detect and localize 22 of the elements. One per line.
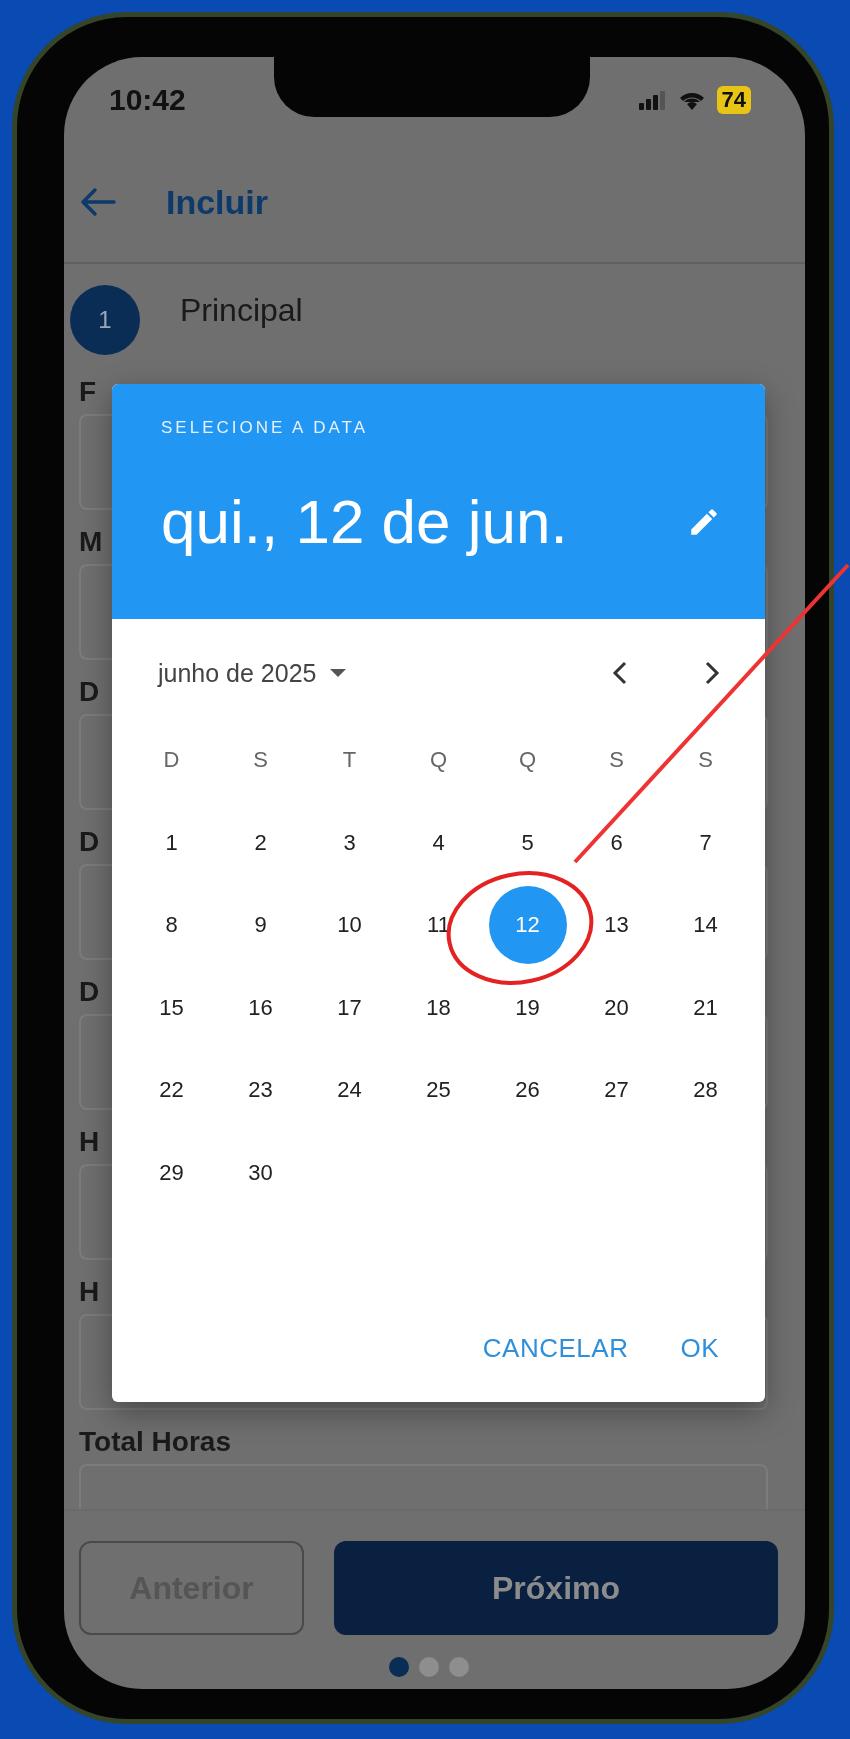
weekday-label: S xyxy=(253,747,268,774)
step-number: 1 xyxy=(70,285,140,355)
weekday-label: T xyxy=(342,747,357,774)
step-title: Principal xyxy=(180,291,303,329)
weekday-label: D xyxy=(163,747,180,774)
weekday-label: S xyxy=(698,747,713,774)
status-time: 10:42 xyxy=(109,82,186,117)
page-title: Incluir xyxy=(166,182,269,222)
field-label: Total Horas xyxy=(79,1426,231,1458)
dialog-header-label: SELECIONE A DATA xyxy=(161,418,369,437)
field-label: H xyxy=(79,1276,100,1308)
field-label: H xyxy=(79,1126,100,1158)
weekday-label: Q xyxy=(429,747,448,774)
weekday-label: S xyxy=(609,747,624,774)
weekday-label: Q xyxy=(518,747,537,774)
field-label: D xyxy=(79,976,100,1008)
battery-level: 74 xyxy=(716,85,751,114)
selected-date: qui., 12 de jun. xyxy=(161,486,568,557)
field-label: F xyxy=(79,376,97,408)
field-label: M xyxy=(79,526,103,558)
field-label: D xyxy=(79,826,100,858)
field-label: D xyxy=(79,676,100,708)
